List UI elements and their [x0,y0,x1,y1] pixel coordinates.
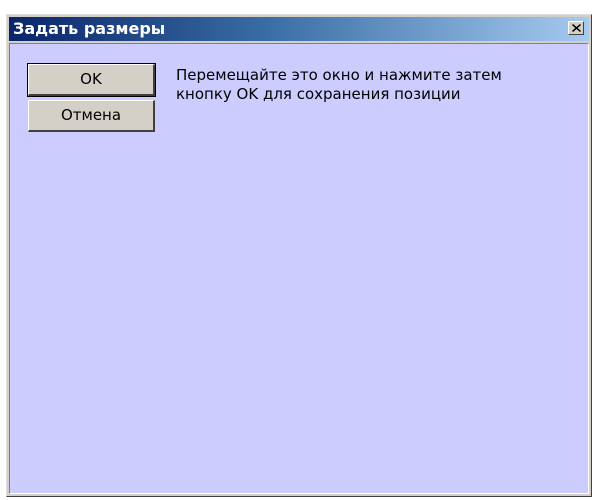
dialog-window: Задать размеры OK Отмена Перемещайте это… [6,14,592,497]
close-button[interactable] [568,21,584,35]
instruction-text: Перемещайте это окно и нажмите затем кно… [176,66,576,104]
ok-button[interactable]: OK [27,63,156,97]
instruction-line-1: Перемещайте это окно и нажмите затем [176,66,502,84]
dialog-client-area: OK Отмена Перемещайте это окно и нажмите… [9,43,589,494]
title-bar[interactable]: Задать размеры [9,17,589,41]
instruction-line-2: кнопку OK для сохранения позиции [176,85,461,103]
cancel-button[interactable]: Отмена [28,100,155,132]
window-title: Задать размеры [13,19,166,38]
close-icon [572,24,581,32]
